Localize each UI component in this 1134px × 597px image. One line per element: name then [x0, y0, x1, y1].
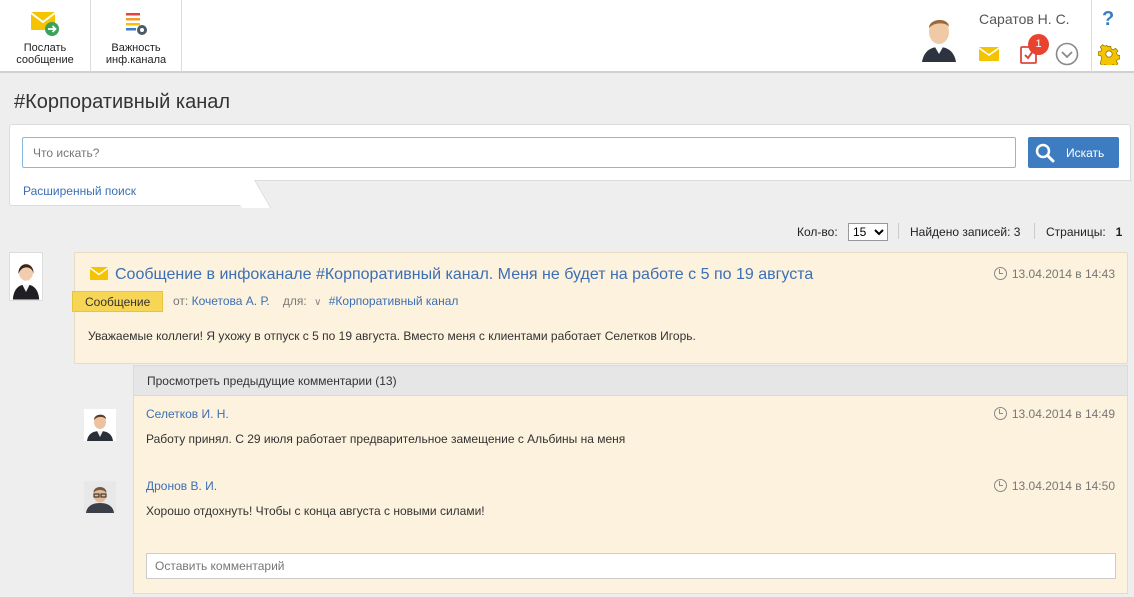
comment-text: Работу принял. С 29 июля работает предва…	[146, 432, 626, 446]
help-icon[interactable]: ?	[1102, 8, 1114, 31]
comment-author[interactable]: Дронов В. И.	[146, 479, 217, 493]
importance-label-line1: Важность	[111, 42, 161, 54]
records-found: Найдено записей: 3	[910, 225, 1021, 239]
count-select[interactable]: 15	[848, 223, 888, 241]
tasks-badge: 1	[1028, 34, 1049, 55]
clock-icon	[993, 479, 1007, 492]
comment-time: 13.04.2014 в 14:50	[993, 479, 1115, 493]
current-page[interactable]: 1	[1116, 225, 1123, 239]
comment-text: Хорошо отдохнуть! Чтобы с конца августа …	[146, 504, 485, 518]
comment-avatar[interactable]	[84, 409, 116, 441]
message-type-tag: Сообщение	[72, 291, 164, 312]
comment-author[interactable]: Селетков И. Н.	[146, 407, 229, 421]
comment-input[interactable]	[146, 553, 1116, 579]
search-button[interactable]: Искать	[1028, 137, 1119, 168]
pager-divider	[898, 223, 899, 239]
pages-text: Страницы:	[1046, 225, 1106, 239]
post-title[interactable]: Сообщение в инфоканале #Корпоративный ка…	[115, 266, 813, 284]
new-comment-box	[133, 540, 1128, 594]
for-label: для:	[282, 294, 307, 308]
search-icon	[1035, 143, 1055, 163]
comment-avatar[interactable]	[84, 481, 116, 513]
post-time: 13.04.2014 в 14:43	[993, 267, 1115, 281]
chevron-down-icon[interactable]: ∨	[314, 297, 321, 308]
search-input[interactable]	[22, 137, 1016, 168]
search-button-label: Искать	[1066, 146, 1105, 160]
send-message-button[interactable]: Послать сообщение	[0, 0, 91, 72]
from-label: от:	[173, 294, 189, 308]
toolbar-divider	[1091, 0, 1092, 72]
channel-link[interactable]: #Корпоративный канал	[329, 294, 459, 308]
advanced-search-link[interactable]: Расширенный поиск	[23, 184, 136, 198]
pager-divider	[1034, 223, 1035, 239]
comment-time-text: 13.04.2014 в 14:50	[1011, 479, 1115, 493]
send-mail-icon	[30, 12, 59, 36]
post-card: Сообщение в инфоканале #Корпоративный ка…	[72, 252, 1128, 364]
post-time-text: 13.04.2014 в 14:43	[1011, 267, 1115, 281]
pager: Кол-во: 15 Найдено записей: 3 Страницы: 1	[0, 223, 1134, 241]
pages-label: Страницы: 1	[1046, 225, 1122, 239]
comment-item: Селетков И. Н. 13.04.2014 в 14:49 Работу…	[133, 396, 1128, 469]
comment-item: Дронов В. И. 13.04.2014 в 14:50 Хорошо о…	[133, 468, 1128, 541]
chevron-down-icon[interactable]	[1055, 42, 1079, 66]
post-meta: от: Кочетова А. Р. для: ∨ #Корпоративный…	[173, 294, 458, 308]
comments-section: Просмотреть предыдущие комментарии (13) …	[133, 365, 1128, 594]
comment-time: 13.04.2014 в 14:49	[993, 407, 1115, 421]
channel-importance-button[interactable]: Важность инф.канала	[91, 0, 182, 72]
message-mail-icon	[90, 267, 108, 280]
post-author-link[interactable]: Кочетова А. Р.	[192, 294, 270, 308]
send-label-line1: Послать	[23, 42, 67, 54]
top-toolbar: Послать сообщение Важность инф.канала Са…	[0, 0, 1134, 73]
clock-icon	[993, 407, 1007, 420]
user-avatar[interactable]	[918, 12, 960, 62]
mail-icon[interactable]	[979, 47, 999, 61]
clock-icon	[993, 267, 1007, 280]
previous-comments-link[interactable]: Просмотреть предыдущие комментарии (13)	[133, 365, 1128, 396]
panel-decoration	[240, 180, 1132, 206]
importance-label-line2: инф.канала	[105, 54, 167, 66]
post-body: Уважаемые коллеги! Я ухожу в отпуск с 5 …	[88, 329, 696, 343]
comment-time-text: 13.04.2014 в 14:49	[1011, 407, 1115, 421]
post-author-avatar[interactable]	[9, 252, 43, 301]
count-label: Кол-во:	[797, 225, 838, 239]
page-title: #Корпоративный канал	[14, 91, 231, 113]
send-label-line2: сообщение	[16, 54, 74, 66]
user-name[interactable]: Саратов Н. С.	[979, 11, 1070, 27]
gear-icon[interactable]	[1098, 43, 1120, 65]
list-settings-icon	[126, 13, 147, 35]
search-panel: Искать Расширенный поиск	[9, 124, 1132, 206]
